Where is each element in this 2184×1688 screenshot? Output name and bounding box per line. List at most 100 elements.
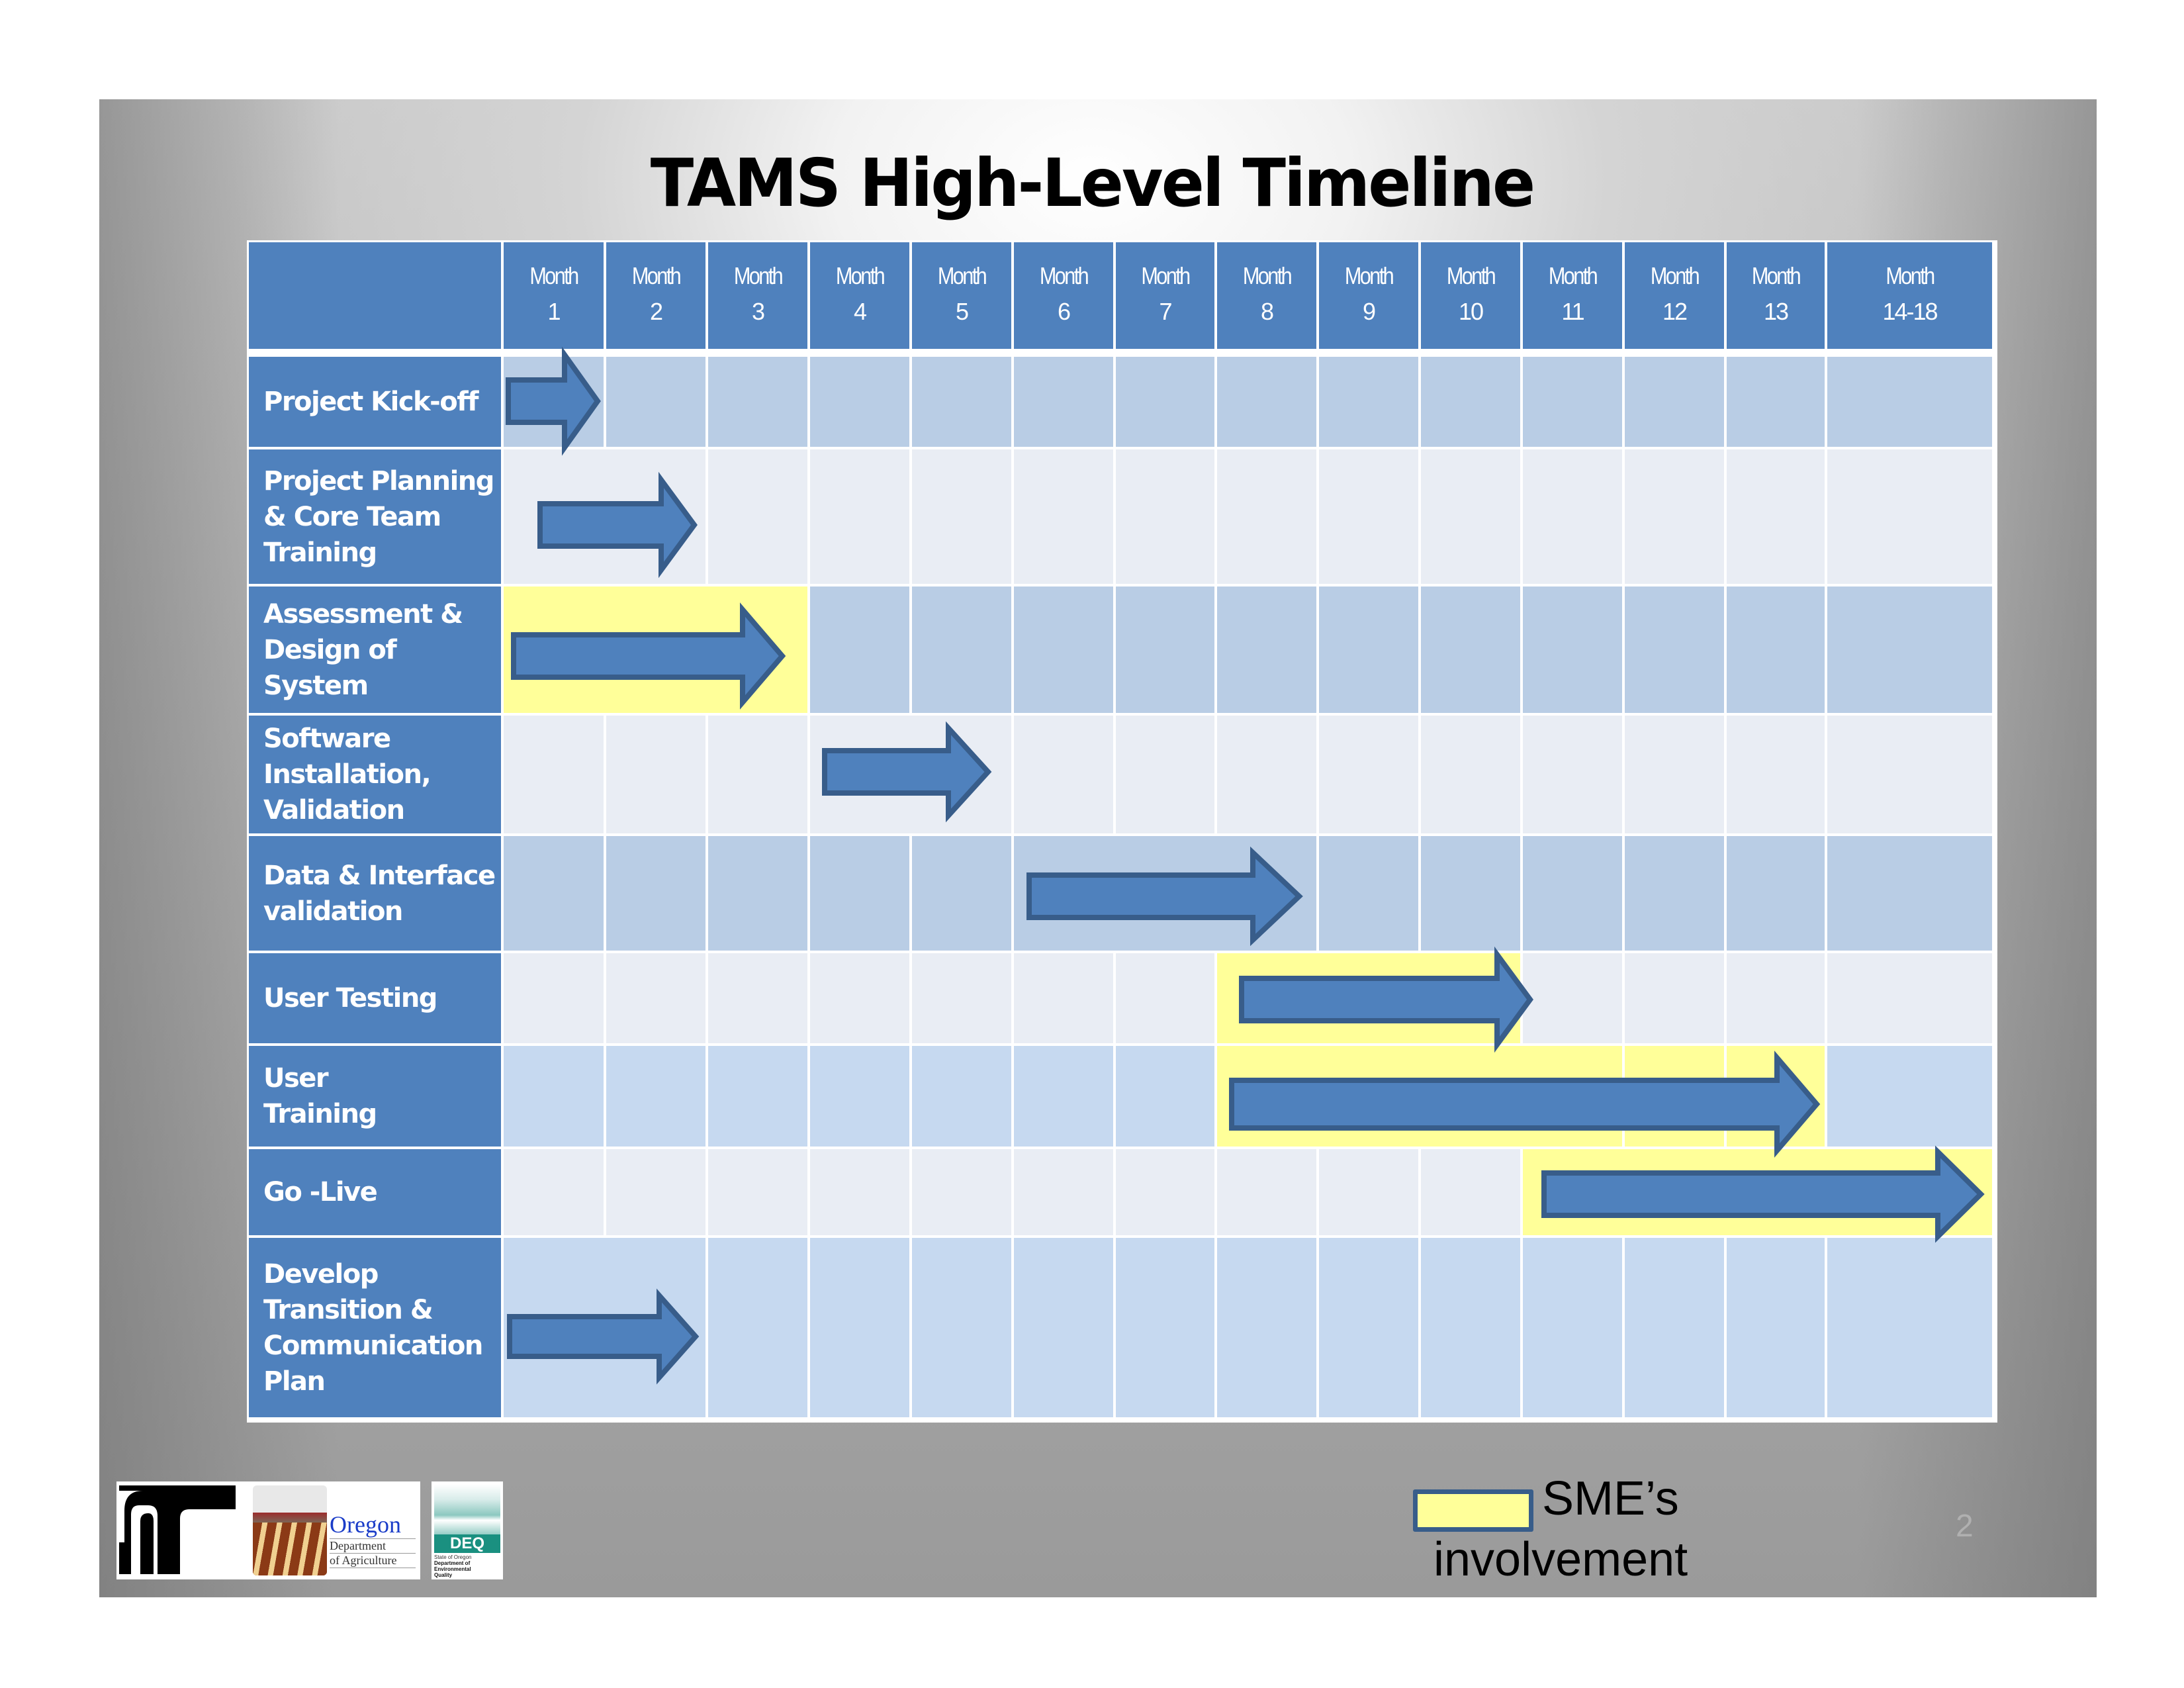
- timeline-cell: [1319, 1238, 1418, 1417]
- sme-highlight-cell: [1625, 1046, 1724, 1147]
- task-label-text: Project Kick-off: [263, 387, 479, 417]
- sme-highlight-cell: [504, 586, 807, 713]
- timeline-cell: [1116, 449, 1214, 584]
- timeline-cell: [1217, 449, 1316, 584]
- timeline-cell: [1319, 449, 1418, 584]
- timeline-cell: [1827, 586, 1992, 713]
- timeline-cell: [1625, 586, 1724, 713]
- timeline-cell: [606, 1046, 705, 1147]
- timeline-cell: [1421, 1149, 1520, 1235]
- timeline-cell: [1421, 357, 1520, 447]
- task-label-text: Software Installation, Validation: [263, 724, 432, 825]
- timeline-cell: [708, 357, 807, 447]
- task-label: Assessment & Design of System: [249, 586, 501, 713]
- month-header-number: 14-18: [1882, 298, 1938, 325]
- timeline-cell: [810, 357, 909, 447]
- timeline-cell: [708, 953, 807, 1043]
- month-header-cell: Month 3: [708, 242, 807, 349]
- month-header-top: Month: [1446, 262, 1496, 289]
- timeline-cell: [1116, 1149, 1214, 1235]
- month-header-cell: Month 14-18: [1827, 242, 1992, 349]
- timeline-cell: [504, 836, 604, 951]
- task-label: User Testing: [249, 953, 501, 1043]
- deq-line1: State of Oregon: [434, 1554, 472, 1560]
- timeline-cell: [1625, 357, 1724, 447]
- timeline-cell: [912, 449, 1011, 584]
- timeline-cell: [1217, 586, 1316, 713]
- timeline-cell: [504, 1238, 705, 1417]
- month-header-number: 9: [1362, 298, 1376, 325]
- timeline-cell: [1523, 716, 1622, 833]
- timeline-cell: [1827, 836, 1992, 951]
- timeline-cell: [1727, 586, 1825, 713]
- month-header-top: Month: [1650, 262, 1700, 289]
- timeline-cell: [606, 953, 705, 1043]
- timeline-cell: [1625, 953, 1724, 1043]
- timeline-cell: [810, 1238, 909, 1417]
- timeline-cell: [708, 836, 807, 951]
- timeline-cell: [1625, 1238, 1724, 1417]
- task-label: Project Kick-off: [249, 357, 501, 447]
- slide-title: TAMS High-Level Timeline: [650, 144, 1535, 222]
- timeline-cell: [1523, 836, 1622, 951]
- timeline-cell: [1523, 449, 1622, 584]
- timeline-cell: [912, 836, 1011, 951]
- header-corner-cell: [249, 242, 501, 349]
- timeline-cell: [1319, 836, 1418, 951]
- timeline-cell: [1421, 1238, 1520, 1417]
- timeline-cell: [1116, 716, 1214, 833]
- timeline-cell: [1014, 1238, 1113, 1417]
- month-header-number: 2: [649, 298, 663, 325]
- timeline-cell: [606, 357, 705, 447]
- task-label: Project Planning & Core Team Training: [249, 449, 501, 584]
- deq-line4: Quality: [434, 1572, 453, 1578]
- timeline-cell: [1014, 586, 1113, 713]
- month-header-top: Month: [529, 262, 579, 289]
- month-header-cell: Month 11: [1523, 242, 1622, 349]
- timeline-cell: [1625, 449, 1724, 584]
- task-label-text: User Training: [263, 1063, 377, 1129]
- sme-highlight-cell: [1727, 1046, 1825, 1147]
- month-header-top: Month: [1039, 262, 1089, 289]
- timeline-cell: [1014, 953, 1113, 1043]
- timeline-cell: [708, 449, 807, 584]
- task-label: User Training: [249, 1046, 501, 1147]
- month-header-number: 4: [853, 298, 867, 325]
- month-header-top: Month: [1141, 262, 1191, 289]
- deq-line3: Environmental: [434, 1566, 471, 1572]
- timeline-cell: [1014, 1149, 1113, 1235]
- timeline-cell: [1116, 1046, 1214, 1147]
- timeline-cell: [1827, 1238, 1992, 1417]
- timeline-cell: [1116, 1238, 1214, 1417]
- timeline-cell: [1727, 449, 1825, 584]
- sme-highlight-cell: [1217, 1046, 1622, 1147]
- timeline-cell: [1217, 716, 1316, 833]
- timeline-cell: [504, 1149, 604, 1235]
- month-header-top: Month: [733, 262, 784, 289]
- deq-logo: DEQ State of Oregon Department of Enviro…: [432, 1481, 503, 1579]
- month-header-number: 6: [1057, 298, 1071, 325]
- timeline-cell: [1116, 586, 1214, 713]
- timeline-cell: [810, 1149, 909, 1235]
- timeline-cell: [1523, 586, 1622, 713]
- timeline-cell: [912, 586, 1011, 713]
- timeline-cell: [1421, 716, 1520, 833]
- timeline-cell: [1827, 449, 1992, 584]
- timeline-cell: [810, 586, 909, 713]
- timeline-cell: [1217, 357, 1316, 447]
- timeline-cell: [1014, 449, 1113, 584]
- timeline-cell: [1625, 836, 1724, 951]
- legend-label-line1: SME’s: [1542, 1472, 1679, 1525]
- timeline-cell: [504, 1046, 604, 1147]
- timeline-cell: [1827, 1046, 1992, 1147]
- timeline-cell: [708, 716, 807, 833]
- oda-logo: Oregon Department of Agriculture: [240, 1481, 420, 1579]
- timeline-cell: [1727, 953, 1825, 1043]
- timeline-cell: [504, 716, 604, 833]
- sme-highlight-cell: [1217, 953, 1520, 1043]
- month-header-cell: Month 8: [1217, 242, 1316, 349]
- month-header-top: Month: [937, 262, 987, 289]
- legend-swatch: [1413, 1489, 1533, 1532]
- timeline-cell: [606, 1149, 705, 1235]
- month-header-cell: Month 12: [1625, 242, 1724, 349]
